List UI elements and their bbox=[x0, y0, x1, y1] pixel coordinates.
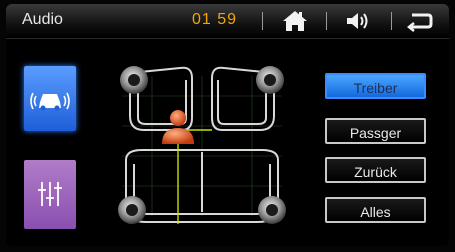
separator bbox=[262, 12, 263, 30]
equalizer-tile[interactable] bbox=[24, 160, 76, 229]
app-title: Audio bbox=[22, 11, 63, 28]
car-mode-tile[interactable] bbox=[24, 66, 76, 131]
speaker-cone bbox=[128, 74, 140, 86]
rear-button[interactable]: Zurück bbox=[325, 157, 426, 183]
seat-balance-diagram[interactable] bbox=[102, 56, 302, 230]
separator bbox=[391, 12, 392, 30]
audio-screen: Audio 01 59 Treiber Passger Zurück Alles bbox=[6, 4, 449, 246]
volume-icon[interactable] bbox=[344, 9, 372, 33]
equalizer-icon bbox=[38, 182, 62, 206]
all-button[interactable]: Alles bbox=[325, 197, 426, 223]
clock: 01 59 bbox=[192, 11, 238, 28]
home-icon[interactable] bbox=[281, 9, 309, 33]
listener-position-lines bbox=[177, 129, 212, 224]
car-speaker-icon bbox=[30, 92, 70, 111]
speaker-cone bbox=[264, 74, 276, 86]
separator bbox=[326, 12, 327, 30]
passenger-button[interactable]: Passger bbox=[325, 118, 426, 144]
driver-button[interactable]: Treiber bbox=[325, 73, 426, 99]
speaker-cone bbox=[266, 204, 278, 216]
back-icon[interactable] bbox=[406, 9, 434, 33]
speaker-cone bbox=[126, 204, 138, 216]
top-bar: Audio 01 59 bbox=[6, 4, 449, 39]
